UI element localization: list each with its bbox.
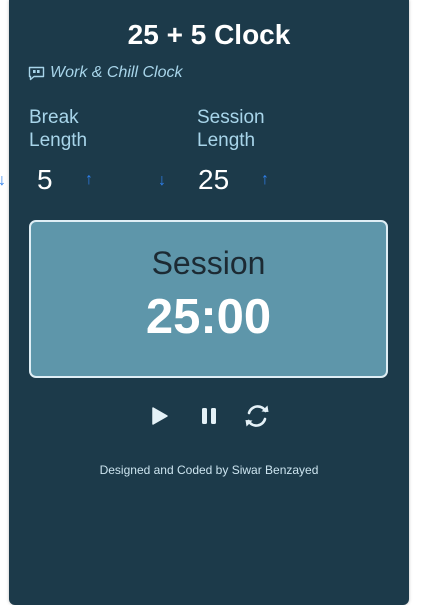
time-left: 25:00 — [145, 290, 272, 344]
start-button[interactable] — [145, 403, 175, 433]
footer-credit: Designed and Coded by Siwar Benzayed — [99, 463, 319, 477]
timer-label: Session — [151, 245, 266, 281]
session-label-line2: Length — [197, 130, 256, 151]
break-increment-button[interactable]: ↑ — [85, 170, 93, 190]
quote-bubble-icon — [28, 66, 45, 81]
break-label-line1: Break — [29, 107, 79, 128]
session-increment-button[interactable]: ↑ — [261, 170, 269, 190]
session-length-value: 25 — [198, 164, 230, 195]
session-label-line1: Session — [197, 107, 265, 128]
session-decrement-button[interactable]: ↓ — [158, 171, 166, 191]
reset-icon — [243, 403, 271, 434]
play-icon — [151, 406, 169, 431]
subtitle-text: Work & Chill Clock — [50, 64, 183, 81]
reset-button[interactable] — [242, 403, 272, 433]
subtitle: Work & Chill Clock — [28, 63, 182, 83]
timer-display: Session 25:00 — [29, 220, 388, 378]
break-length-value: 5 — [37, 164, 53, 195]
session-label: Session Length — [197, 106, 265, 152]
page-title: 25 + 5 Clock — [127, 19, 291, 50]
pause-button[interactable] — [194, 403, 224, 433]
break-label: Break Length — [29, 106, 87, 152]
break-label-line2: Length — [29, 130, 88, 151]
clock-card: 25 + 5 Clock Work & Chill Clock Break Le… — [0, 0, 409, 605]
pause-icon — [201, 406, 217, 431]
break-decrement-button[interactable]: ↓ — [0, 171, 6, 191]
